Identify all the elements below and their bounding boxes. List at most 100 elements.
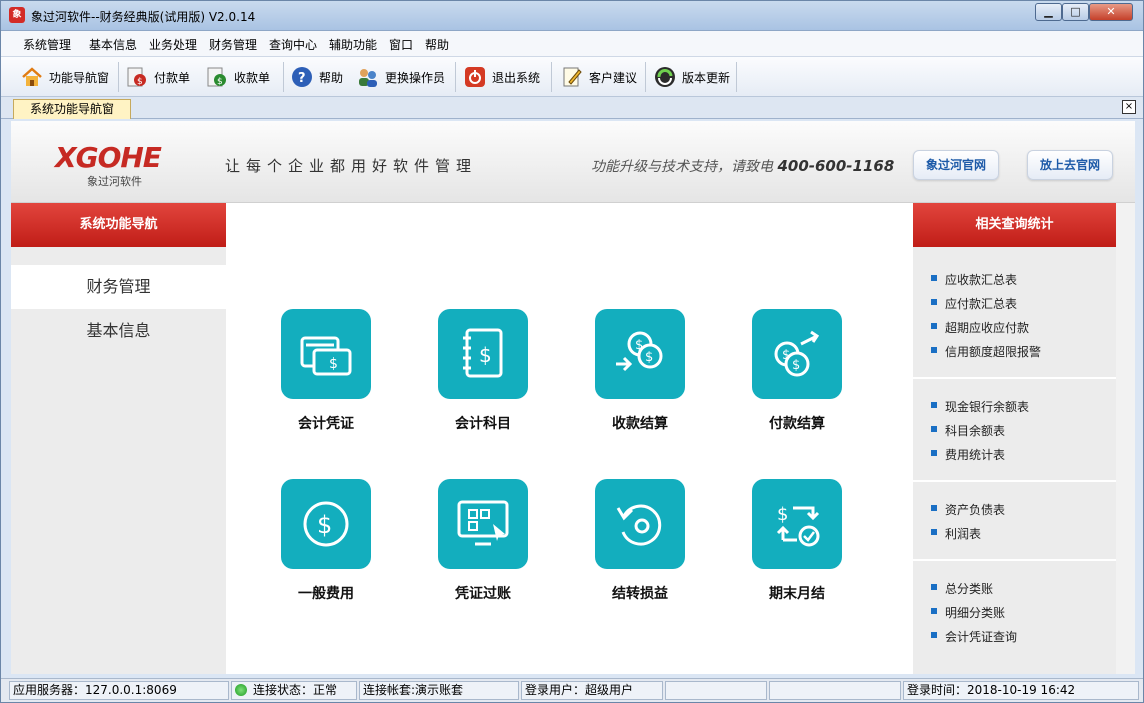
bullet-icon — [931, 299, 937, 305]
svg-text:$: $ — [137, 77, 143, 87]
tile-label: 凭证过账 — [455, 586, 511, 602]
toolbar-label: 版本更新 — [682, 70, 731, 85]
menu-help[interactable]: 帮助 — [425, 36, 449, 53]
maximize-button[interactable]: □ — [1062, 3, 1089, 21]
toolbar-label: 更换操作员 — [385, 70, 446, 85]
support-text: 功能升级与技术支持，请致电 — [591, 159, 773, 175]
tab-bar: 系统功能导航窗 × — [1, 97, 1143, 119]
right-query-header: 相关查询统计 — [913, 203, 1116, 247]
menu-assist[interactable]: 辅助功能 — [329, 36, 377, 53]
toolbar-customer-feedback-button[interactable]: 客户建议 — [561, 61, 637, 93]
bullet-icon — [931, 426, 937, 432]
tile-label: 会计科目 — [455, 416, 511, 432]
link-voucher-query[interactable]: 会计凭证查询 — [931, 628, 1017, 645]
menu-bar: 系统管理 基本信息 业务处理 财务管理 查询中心 辅助功能 窗口 帮助 — [1, 31, 1143, 57]
tile-label: 会计凭证 — [298, 416, 354, 432]
link-cash-bank-balance[interactable]: 现金银行余额表 — [931, 398, 1029, 415]
tile-accounting-voucher[interactable]: $ — [281, 309, 371, 399]
left-nav-item-basic-info[interactable]: 基本信息 — [11, 309, 226, 353]
bullet-icon — [931, 529, 937, 535]
tile-label: 结转损益 — [612, 586, 668, 602]
tab-function-navigation[interactable]: 系统功能导航窗 — [13, 99, 131, 119]
link-detail-ledger[interactable]: 明细分类账 — [931, 604, 1005, 621]
link-expense-statistics[interactable]: 费用统计表 — [931, 446, 1005, 463]
status-empty-2 — [769, 681, 901, 700]
link-overdue-receivable-payable[interactable]: 超期应收应付款 — [931, 319, 1029, 336]
link-receivable-summary[interactable]: 应收款汇总表 — [931, 271, 1017, 288]
link-credit-limit-alert[interactable]: 信用额度超限报警 — [931, 343, 1041, 360]
tile-label: 期末月结 — [769, 586, 825, 602]
status-connection: 连接状态：正常 — [231, 681, 357, 700]
toolbar-separator — [645, 62, 646, 92]
link-subject-balance[interactable]: 科目余额表 — [931, 422, 1005, 439]
connection-ok-icon — [235, 684, 247, 696]
link-payable-summary[interactable]: 应付款汇总表 — [931, 295, 1017, 312]
tile-payment-settlement[interactable]: $ $ — [752, 309, 842, 399]
menu-business[interactable]: 业务处理 — [149, 36, 197, 53]
official-site-button[interactable]: 象过河官网 — [913, 150, 999, 180]
help-icon: ? — [291, 66, 313, 88]
group-divider — [913, 377, 1116, 379]
tile-voucher-posting[interactable] — [438, 479, 528, 569]
svg-text:$: $ — [777, 504, 788, 525]
toolbar-version-update-button[interactable]: 版本更新 — [654, 61, 730, 93]
menu-window[interactable]: 窗口 — [389, 36, 413, 53]
toolbar-exit-button[interactable]: 退出系统 — [464, 61, 540, 93]
svg-text:$: $ — [635, 338, 643, 353]
month-close-icon: $ — [776, 504, 820, 547]
toolbar-nav-window-button[interactable]: 功能导航窗 — [21, 61, 109, 93]
toolbar-payment-button[interactable]: $ 付款单 — [126, 61, 190, 93]
app-icon: 象 — [9, 7, 25, 23]
bullet-icon — [931, 402, 937, 408]
bullet-icon — [931, 608, 937, 614]
svg-text:$: $ — [645, 350, 653, 365]
svg-text:$: $ — [317, 511, 332, 539]
tab-close-icon[interactable]: × — [1122, 100, 1136, 114]
toolbar-receipt-button[interactable]: $ 收款单 — [206, 61, 270, 93]
link-balance-sheet[interactable]: 资产负债表 — [931, 501, 1005, 518]
toolbar-separator — [455, 62, 456, 92]
svg-text:?: ? — [298, 71, 306, 86]
menu-basic-info[interactable]: 基本信息 — [89, 36, 137, 53]
tile-account-subjects[interactable]: $ — [438, 309, 528, 399]
minimize-button[interactable]: ▁ — [1035, 3, 1062, 21]
vertical-scrollbar[interactable] — [1116, 203, 1135, 674]
ledger-book-icon: $ — [463, 328, 503, 378]
left-nav-item-finance[interactable]: 财务管理 — [11, 265, 226, 309]
bullet-icon — [931, 347, 937, 353]
status-bar: 应用服务器：127.0.0.1:8069 连接状态：正常 连接帐套:演示账套 登… — [1, 678, 1143, 702]
coins-in-icon: $$ — [616, 331, 663, 372]
menu-query[interactable]: 查询中心 — [269, 36, 317, 53]
fangshang-site-button[interactable]: 放上去官网 — [1027, 150, 1113, 180]
screen-post-icon — [457, 500, 509, 546]
link-income-statement[interactable]: 利润表 — [931, 525, 981, 542]
bullet-icon — [931, 450, 937, 456]
status-account-set: 连接帐套:演示账套 — [359, 681, 519, 700]
menu-system[interactable]: 系统管理 — [23, 36, 71, 53]
window-title: 象过河软件--财务经典版(试用版) V2.0.14 — [31, 10, 256, 24]
toolbar-help-button[interactable]: ? 帮助 — [291, 61, 343, 93]
cycle-icon — [616, 504, 662, 546]
toolbar-separator — [283, 62, 284, 92]
company-logo-subtitle: 象过河软件 — [87, 175, 142, 188]
group-divider — [913, 480, 1116, 482]
toolbar-label: 客户建议 — [589, 70, 638, 85]
left-nav-panel: 财务管理 基本信息 — [11, 247, 226, 674]
home-icon — [21, 66, 43, 88]
toolbar-separator — [551, 62, 552, 92]
tile-general-expense[interactable]: $ — [281, 479, 371, 569]
link-general-ledger[interactable]: 总分类账 — [931, 580, 993, 597]
menu-finance[interactable]: 财务管理 — [209, 36, 257, 53]
title-bar[interactable]: 象 象过河软件--财务经典版(试用版) V2.0.14 ▁ □ ✕ — [1, 1, 1143, 31]
svg-text:$: $ — [217, 77, 223, 87]
close-window-button[interactable]: ✕ — [1089, 3, 1133, 21]
tile-receipt-settlement[interactable]: $ $ — [595, 309, 685, 399]
dollar-circle-icon: $ — [303, 501, 349, 547]
tile-label: 付款结算 — [769, 416, 825, 432]
tile-period-end-closing[interactable]: $ — [752, 479, 842, 569]
bullet-icon — [931, 275, 937, 281]
header-banner: XGOHE 象过河软件 让每个企业都用好软件管理 功能升级与技术支持，请致电 4… — [11, 121, 1135, 203]
right-query-panel: 应收款汇总表 应付款汇总表 超期应收应付款 信用额度超限报警 现金银行余额表 科… — [913, 247, 1116, 674]
toolbar-switch-operator-button[interactable]: 更换操作员 — [357, 61, 445, 93]
tile-profit-loss-transfer[interactable] — [595, 479, 685, 569]
